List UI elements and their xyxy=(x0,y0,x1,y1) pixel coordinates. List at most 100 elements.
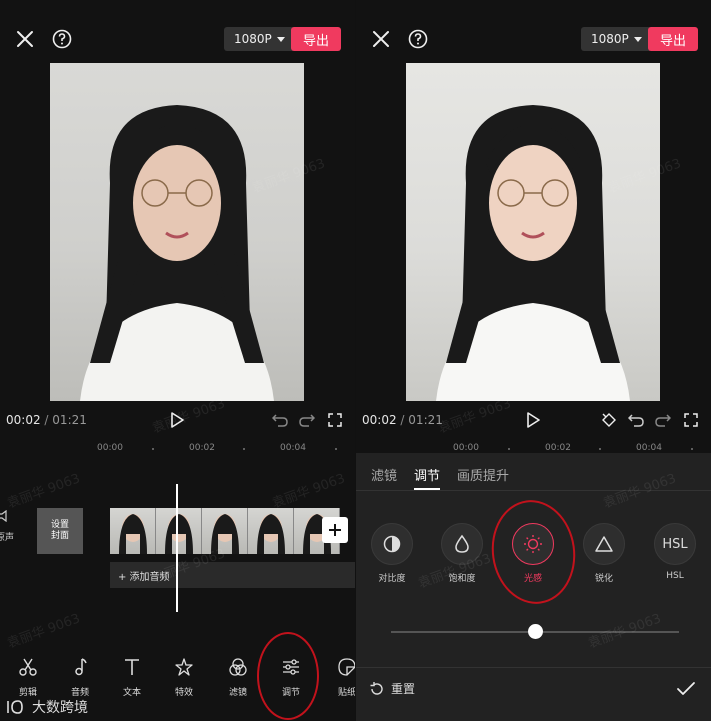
total-time: 01:21 xyxy=(52,413,87,427)
undo-icon[interactable] xyxy=(627,411,645,429)
video-preview[interactable] xyxy=(50,63,304,401)
fullscreen-icon[interactable] xyxy=(682,411,700,429)
ruler-dot xyxy=(243,448,245,450)
brand-logo: 大数跨境 xyxy=(6,697,88,717)
close-icon[interactable] xyxy=(370,28,392,50)
reset-button[interactable]: 重置 xyxy=(369,680,415,697)
tab-filter[interactable]: 滤镜 xyxy=(371,453,397,490)
adjust-contrast[interactable]: 对比度 xyxy=(369,523,415,584)
clip-thumbnail xyxy=(202,508,248,554)
play-icon[interactable] xyxy=(168,411,186,429)
adjust-footer: 重置 xyxy=(356,667,711,721)
redo-icon[interactable] xyxy=(298,411,316,429)
time-readout: 00:02 / 01:21 xyxy=(6,413,87,427)
time-separator: / xyxy=(400,413,405,427)
watermark-text: 袁丽华 9063 xyxy=(5,471,83,512)
fullscreen-icon[interactable] xyxy=(326,411,344,429)
ruler-label: 00:00 xyxy=(97,443,123,453)
adjust-tabs: 滤镜 调节 画质提升 xyxy=(356,453,711,491)
original-audio-label: 原声 xyxy=(0,533,15,543)
tool-effects[interactable]: 特效 xyxy=(164,655,204,698)
tool-label: 特效 xyxy=(174,688,193,698)
playhead[interactable] xyxy=(176,484,178,612)
ruler-label: 00:04 xyxy=(280,443,306,453)
playback-bar: 00:02 / 01:21 xyxy=(356,408,711,432)
playback-bar: 00:02 / 01:21 xyxy=(0,408,355,432)
play-icon[interactable] xyxy=(524,411,542,429)
export-button[interactable]: 导出 xyxy=(648,27,698,51)
reset-label: 重置 xyxy=(391,682,416,696)
editor-panel-right: 1080P 导出 00:02 / 01:21 00:00 00:02 00:04… xyxy=(356,0,711,721)
ruler-dot xyxy=(691,448,693,450)
caret-down-icon xyxy=(276,36,285,42)
time-separator: / xyxy=(44,413,49,427)
undo-icon[interactable] xyxy=(271,411,289,429)
ruler-dot xyxy=(508,448,510,450)
tool-text[interactable]: 文本 xyxy=(112,655,152,698)
total-time: 01:21 xyxy=(408,413,443,427)
adjust-label: 饱和度 xyxy=(448,574,476,584)
resolution-dropdown[interactable]: 1080P xyxy=(581,27,652,51)
ruler-label: 00:00 xyxy=(453,443,479,453)
caret-down-icon xyxy=(633,36,642,42)
resolution-dropdown[interactable]: 1080P xyxy=(224,27,295,51)
adjust-slider[interactable] xyxy=(391,624,679,639)
current-time: 00:02 xyxy=(6,413,41,427)
editor-panel-left: 1080P 导出 00:02 / 01:21 00:00 00:02 00:04… xyxy=(0,0,355,721)
adjust-label: HSL xyxy=(666,571,684,581)
ruler-label: 00:02 xyxy=(545,443,571,453)
video-track[interactable] xyxy=(110,508,355,554)
add-clip-button[interactable] xyxy=(322,517,348,543)
droplet-icon xyxy=(455,534,469,553)
tool-audio[interactable]: 音频 xyxy=(60,655,100,698)
timeline-ruler: 00:00 00:02 00:04 xyxy=(0,440,355,458)
resolution-label: 1080P xyxy=(591,32,629,46)
music-note-icon xyxy=(75,658,87,676)
tool-label: 滤镜 xyxy=(228,688,247,698)
triangle-icon xyxy=(595,536,613,552)
export-button[interactable]: 导出 xyxy=(291,27,341,51)
slider-handle[interactable] xyxy=(527,624,543,639)
redo-icon[interactable] xyxy=(654,411,672,429)
confirm-check-icon[interactable] xyxy=(675,678,697,700)
clip-thumbnail xyxy=(156,508,202,554)
clip-thumbnail xyxy=(110,508,156,554)
ruler-label: 00:02 xyxy=(189,443,215,453)
watermark-text: 袁丽华 9063 xyxy=(270,471,348,512)
close-icon[interactable] xyxy=(14,28,36,50)
ruler-label: 00:04 xyxy=(636,443,662,453)
tool-label: 贴纸 xyxy=(337,688,355,698)
adjust-saturation[interactable]: 饱和度 xyxy=(439,523,485,584)
portrait-image xyxy=(80,105,274,401)
watermark-text: 袁丽华 9063 xyxy=(5,611,83,652)
sticker-icon xyxy=(338,658,355,676)
annotation-circle xyxy=(257,632,319,720)
hsl-text-icon: HSL xyxy=(662,536,688,552)
tool-filter[interactable]: 滤镜 xyxy=(218,655,258,698)
ruler-dot xyxy=(335,448,337,450)
ruler-dot xyxy=(152,448,154,450)
video-preview[interactable] xyxy=(406,63,660,401)
set-cover-button[interactable]: 设置 封面 xyxy=(37,508,83,554)
original-audio-toggle[interactable]: 原声 xyxy=(0,510,30,543)
resolution-label: 1080P xyxy=(234,32,272,46)
adjust-sharpen[interactable]: 锐化 xyxy=(581,523,627,584)
ruler-dot xyxy=(599,448,601,450)
sparkle-star-icon xyxy=(175,658,193,676)
help-icon[interactable] xyxy=(407,28,429,50)
text-icon xyxy=(125,659,139,675)
logo-mark-icon xyxy=(7,700,23,714)
keyframe-icon[interactable] xyxy=(599,411,619,429)
help-icon[interactable] xyxy=(51,28,73,50)
add-audio-button[interactable]: + 添加音频 xyxy=(110,562,355,588)
tool-label: 文本 xyxy=(122,688,141,698)
adjust-hsl[interactable]: HSL HSL xyxy=(652,523,698,581)
tool-sticker[interactable]: 贴纸 xyxy=(327,655,355,698)
adjust-label: 对比度 xyxy=(378,574,406,584)
tool-cut[interactable]: 剪辑 xyxy=(8,655,48,698)
portrait-image xyxy=(436,105,630,401)
tab-adjust[interactable]: 调节 xyxy=(414,453,441,490)
tab-quality[interactable]: 画质提升 xyxy=(457,453,509,490)
time-readout: 00:02 / 01:21 xyxy=(362,413,443,427)
contrast-icon xyxy=(383,535,401,553)
